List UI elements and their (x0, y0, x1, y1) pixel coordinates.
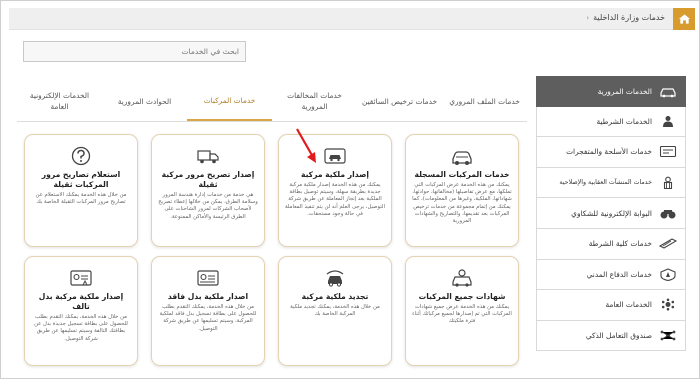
card-title: اصدار ملكية بدل فاقد (167, 292, 249, 301)
tab-label: خدمات المخالفات المرورية (287, 91, 342, 111)
weapon-license-icon (659, 146, 677, 158)
sidebar-item-correctional-services[interactable]: خدمات المنشآت العقابية والإصلاحية (536, 167, 686, 199)
breadcrumb-separator-icon: ‹ (586, 13, 590, 22)
sidebar-item-label: الخدمات المرورية (597, 86, 652, 96)
question-icon (71, 146, 91, 166)
search-input[interactable] (23, 41, 246, 62)
page-frame: خدمات وزارة الداخلية ‹ خدمات الملف المرو… (0, 0, 700, 379)
home-button[interactable] (673, 8, 695, 30)
card-description: من خلال هذه الخدمة، يمكنك التقدم بطلب لل… (159, 304, 257, 332)
sidebar-menu: الخدمات المرورية الخدمات الشرطية خدمات ا… (536, 76, 686, 352)
sidebar-item-complaints-portal[interactable]: البوابة الإلكترونية للشكاوي (536, 198, 686, 229)
certificate-icon (452, 269, 472, 287)
card-renew-ownership[interactable]: تجديد ملكية مركبة من خلال هذه الخدمة، يم… (278, 256, 392, 366)
sidebar-item-police-academy[interactable]: خدمات كلية الشرطة (536, 228, 686, 260)
card-heavy-permit-inquiry[interactable]: استعلام تصاريح مرور المركبات ثقيلة من خل… (24, 134, 138, 247)
complaints-icon (660, 209, 676, 219)
card-title: خدمات المركبات المسجلة (414, 170, 510, 179)
card-lost-ownership[interactable]: اصدار ملكية بدل فاقد من خلال هذه الخدمة،… (151, 256, 265, 366)
tab-general-e-services[interactable]: الخدمات الإلكترونية العامة (17, 81, 102, 121)
renew-icon (326, 270, 344, 287)
card-title: تجديد ملكية مركبة (301, 292, 369, 301)
heavy-vehicle-icon (197, 150, 219, 164)
card-title: إصدار ملكية مركبة (300, 170, 370, 179)
tab-traffic-file[interactable]: خدمات الملف المروري (442, 81, 527, 121)
card-title: إصدار ملكية مركبة بدل تالف (38, 292, 124, 311)
academy-icon (659, 238, 677, 249)
lost-card-icon (197, 270, 219, 286)
sidebar-item-smart-box[interactable]: صندوق التعامل الذكي (536, 320, 686, 352)
sidebar-item-label: الخدمات العامة (605, 300, 652, 310)
header-bar: خدمات وزارة الداخلية ‹ (9, 8, 695, 30)
card-title: شهادات جميع المركبات (418, 292, 506, 301)
card-all-vehicle-certificates[interactable]: شهادات جميع المركبات يمكنك من هذه الخدمة… (405, 256, 519, 366)
tab-driver-licensing[interactable]: خدمات ترخيص السائقين (357, 81, 442, 121)
general-services-icon (661, 298, 675, 311)
card-description: يمكنك من هذه الخدمة عرض المركبات التي تم… (412, 182, 512, 225)
sidebar-item-label: خدمات الدفاع المدني (586, 269, 652, 279)
car-icon (660, 88, 676, 98)
card-title: استعلام تصاريح مرور المركبات ثقيلة (41, 170, 121, 189)
red-arrow-icon (296, 128, 316, 163)
sidebar-item-general-services[interactable]: الخدمات العامة (536, 290, 686, 321)
card-description: من خلال هذه الخدمة يمكنك الاستعلام عن تص… (35, 192, 127, 206)
car-ownership-icon (324, 148, 346, 164)
card-title: إصدار تصريح مرور مركبة ثقيلة (161, 170, 255, 189)
card-description: يمكنك من هذه الخدمة إصدار ملكية مركبة جد… (285, 182, 385, 217)
card-heavy-vehicle-permit[interactable]: إصدار تصريح مرور مركبة ثقيلة هي خدمة من … (151, 134, 265, 247)
sidebar-item-label: خدمات الأسلحة والمتفجرات (566, 147, 652, 157)
damaged-card-icon (70, 270, 92, 286)
prisoner-icon (663, 176, 673, 190)
tab-label: خدمات الملف المروري (449, 96, 520, 106)
tab-traffic-accidents[interactable]: الحوادث المرورية (102, 81, 187, 121)
tab-label: الخدمات الإلكترونية العامة (29, 91, 90, 111)
smart-box-icon (660, 330, 676, 341)
tab-label: خدمات المركبات (203, 95, 256, 105)
tab-traffic-violations[interactable]: خدمات المخالفات المرورية (272, 81, 357, 121)
home-icon (678, 14, 690, 24)
card-registered-vehicles[interactable]: خدمات المركبات المسجلة يمكنك من هذه الخد… (405, 134, 519, 247)
tab-vehicle-services[interactable]: خدمات المركبات (187, 81, 272, 121)
card-description: من خلال هذه الخدمة، يمكنك التقدم بطلب لل… (34, 314, 128, 342)
tab-label: خدمات ترخيص السائقين (361, 96, 438, 106)
sidebar-item-label: الخدمات الشرطية (596, 116, 652, 126)
service-tabs: خدمات الملف المروري خدمات ترخيص السائقين… (17, 81, 527, 122)
registered-cars-icon (452, 151, 472, 165)
sidebar-item-weapons-services[interactable]: خدمات الأسلحة والمتفجرات (536, 137, 686, 168)
card-description: يمكنك من هذه الخدمة عرض جميع شهادات المر… (412, 304, 512, 325)
sidebar-item-traffic-services[interactable]: الخدمات المرورية (536, 76, 686, 107)
sidebar-item-label: البوابة الإلكترونية للشكاوي (571, 208, 652, 218)
breadcrumb-item[interactable]: خدمات وزارة الداخلية (593, 13, 665, 22)
sidebar-item-label: خدمات كلية الشرطة (588, 239, 652, 249)
card-description: من خلال هذه الخدمة، يمكنك تجديد ملكية ال… (290, 304, 380, 318)
police-icon (663, 115, 673, 127)
card-description: هي خدمة من خدمات إدارة هندسة المرور وسلا… (158, 192, 258, 220)
tab-label: الحوادث المرورية (117, 96, 172, 106)
sidebar-item-label: صندوق التعامل الذكي (585, 331, 652, 341)
breadcrumb: خدمات وزارة الداخلية ‹ (586, 13, 665, 22)
sidebar-item-civil-defense[interactable]: خدمات الدفاع المدني (536, 259, 686, 291)
sidebar-item-police-services[interactable]: الخدمات الشرطية (536, 106, 686, 138)
civil-defense-icon (660, 268, 676, 281)
sidebar-item-label: خدمات المنشآت العقابية والإصلاحية (559, 179, 652, 187)
card-damaged-ownership[interactable]: إصدار ملكية مركبة بدل تالف من خلال هذه ا… (24, 256, 138, 366)
